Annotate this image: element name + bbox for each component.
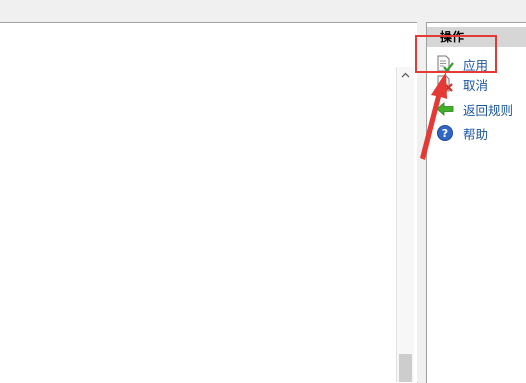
window-top-strip [0,0,526,22]
scroll-up-button[interactable] [397,67,414,84]
pane-splitter[interactable] [417,22,426,382]
action-back-to-rules[interactable]: 返回规则 [436,99,513,119]
help-icon: ? [436,124,454,142]
chevron-up-icon [401,72,410,78]
vertical-scrollbar[interactable] [396,67,414,382]
main-content-panel [0,22,418,383]
action-back-to-rules-label: 返回规则 [463,102,514,118]
back-arrow-icon [436,100,454,118]
actions-pane: 操作 应用 取消 返回规则 ? 帮助 [426,22,526,383]
action-help-label: 帮助 [463,126,489,142]
action-cancel-label: 取消 [463,77,489,93]
annotation-highlight-box [415,35,497,73]
action-help[interactable]: ? 帮助 [436,123,488,143]
svg-text:?: ? [442,127,448,140]
action-cancel[interactable]: 取消 [436,74,488,94]
cancel-document-icon [436,75,454,93]
